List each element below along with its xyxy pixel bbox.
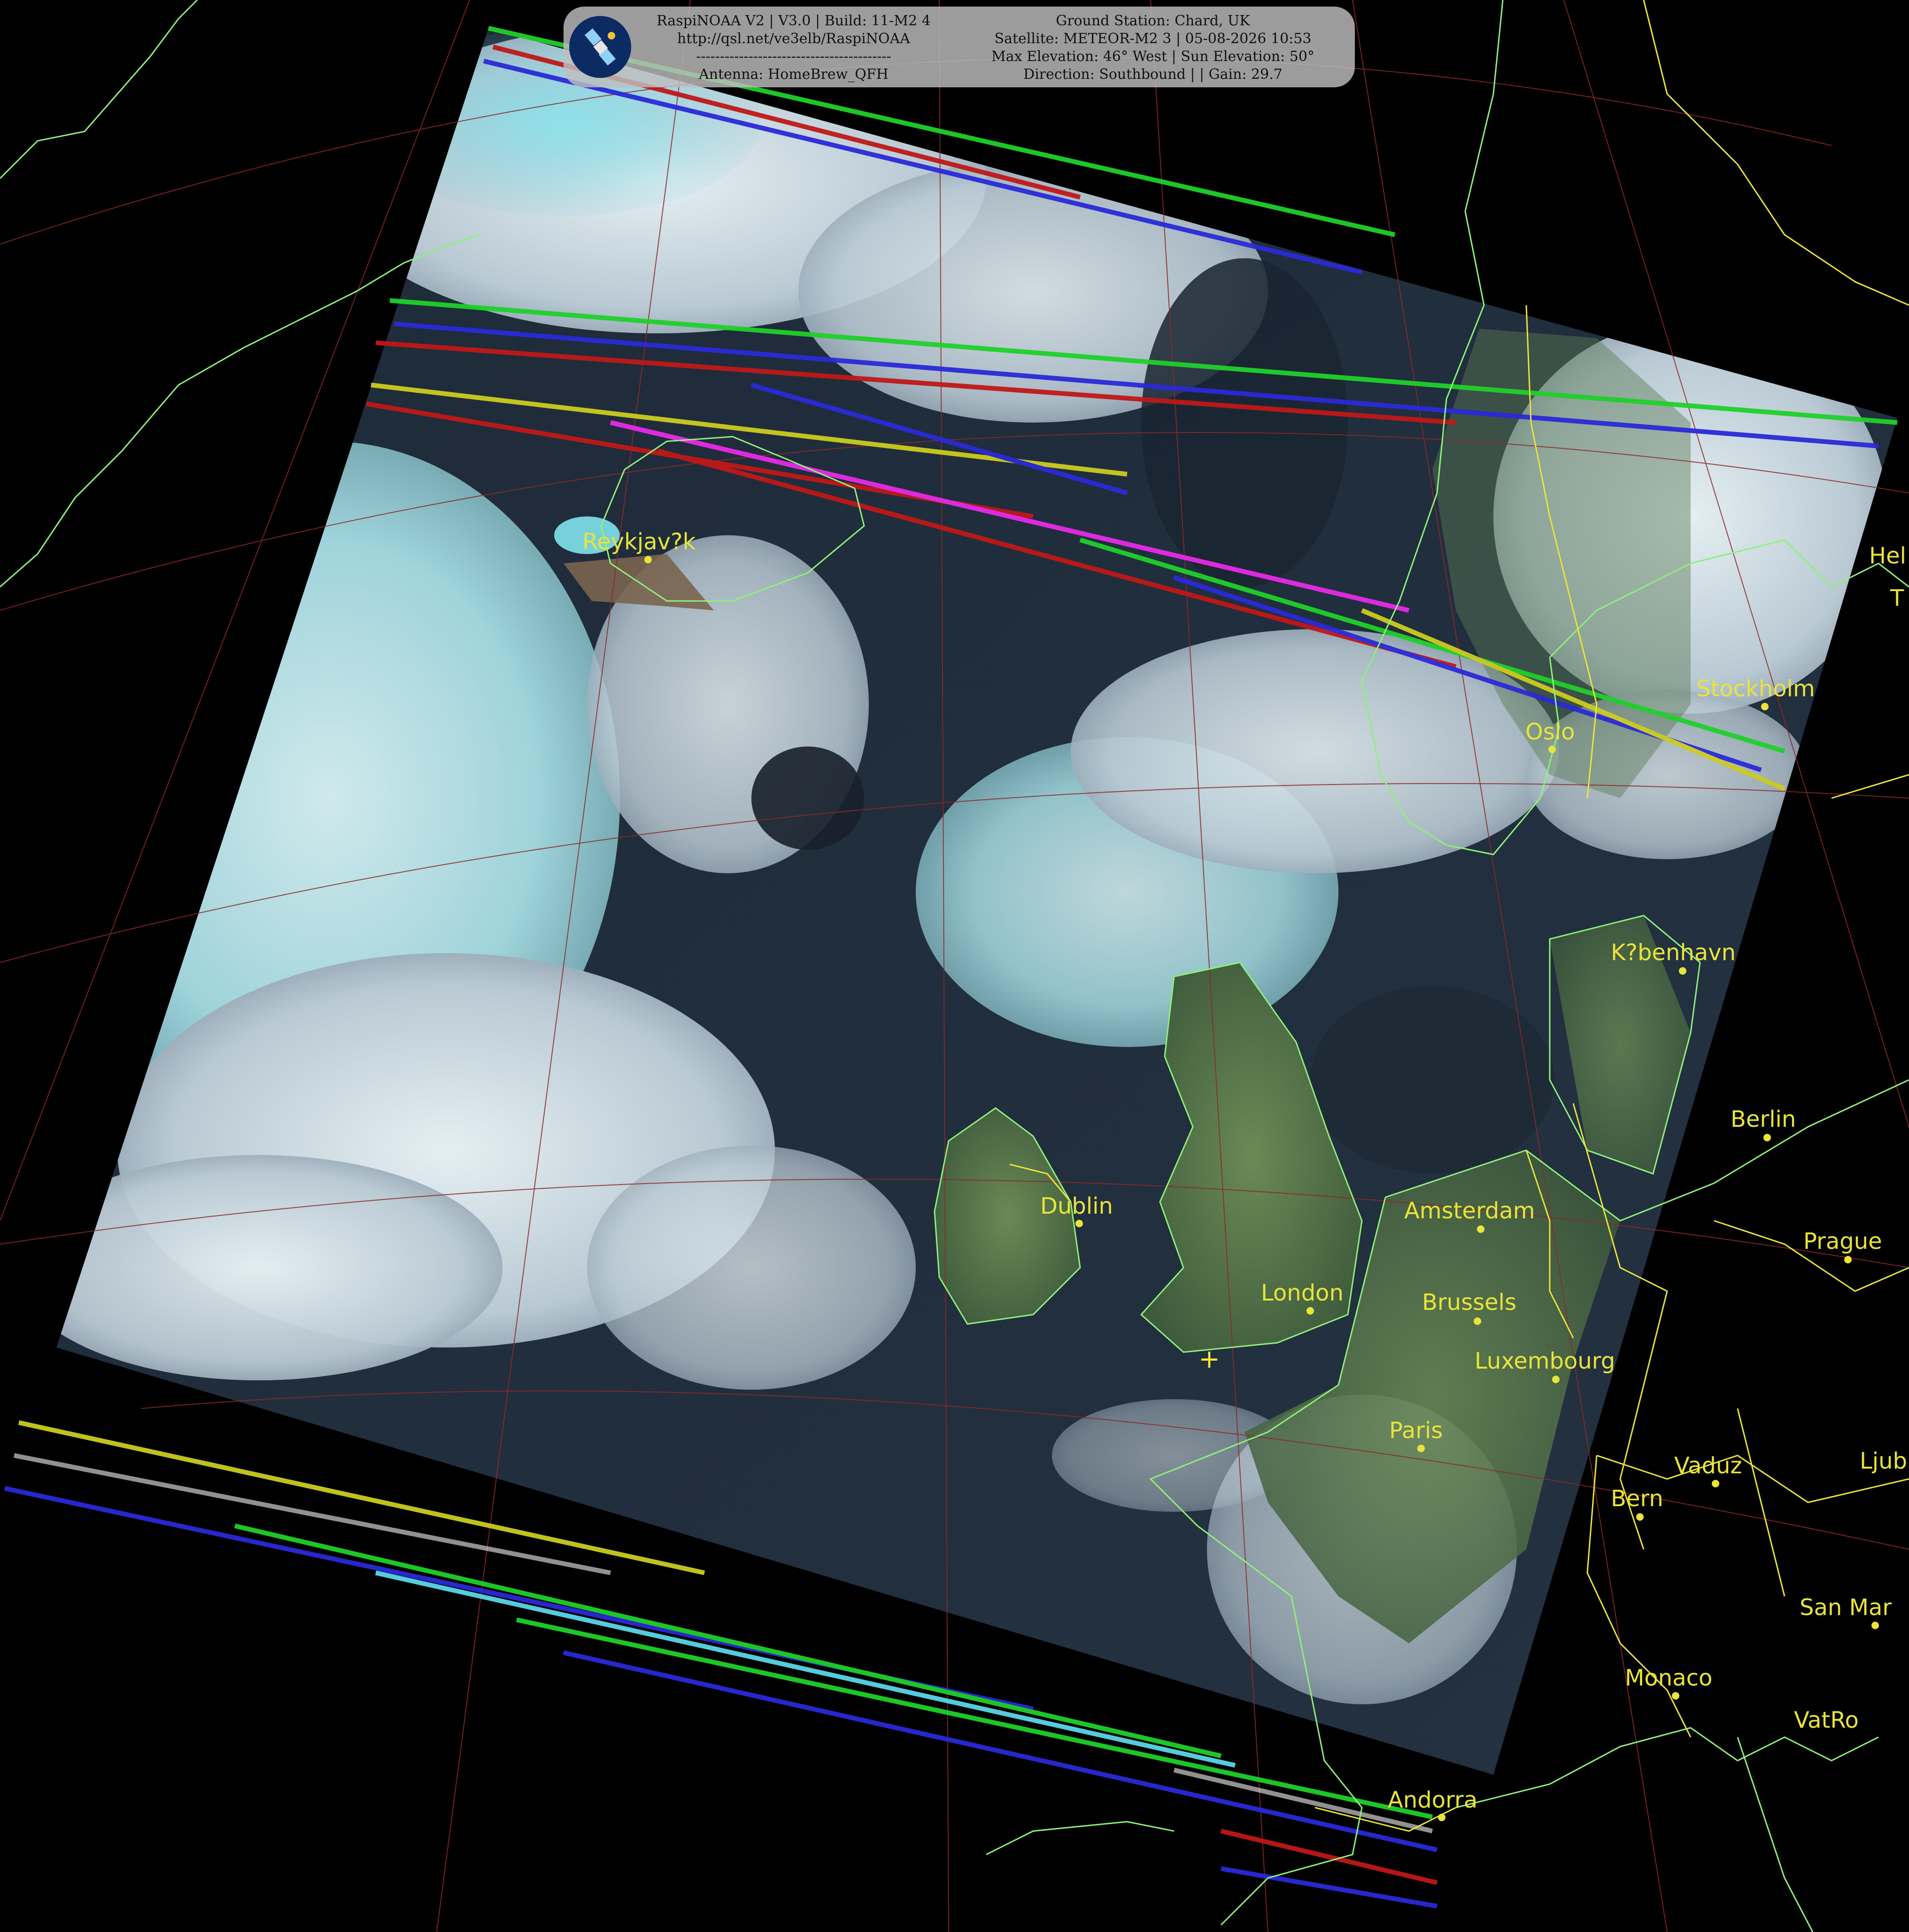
city-label-paris: Paris — [1389, 1417, 1443, 1444]
city-dot-oslo — [1548, 746, 1556, 753]
city-label-oslo: Oslo — [1525, 719, 1575, 745]
header-elevation: Max Elevation: 46° West | Sun Elevation:… — [991, 48, 1314, 65]
city-label-san-marino: San Mar — [1800, 1594, 1892, 1621]
city-dot-brussels — [1474, 1317, 1481, 1325]
satellite-icon — [569, 16, 631, 78]
header-direction: Direction: Southbound | | Gain: 29.7 — [1023, 66, 1283, 83]
city-dot-prague — [1844, 1256, 1852, 1263]
city-label-tallinn: T — [1890, 585, 1904, 611]
city-label-london: London — [1261, 1280, 1344, 1306]
city-dot-kobenhavn — [1679, 967, 1686, 975]
city-dot-san-marino — [1871, 1622, 1879, 1629]
satellite-map: + Reykjav?k Oslo Stockholm K?benhavn Dub… — [0, 0, 1909, 1932]
city-dot-monaco — [1672, 1692, 1679, 1700]
header-ground-station: Ground Station: Chard, UK — [1056, 13, 1250, 29]
header-divider: ----------------------------------------… — [696, 48, 891, 65]
header-right-column: Ground Station: Chard, UK Satellite: MET… — [967, 12, 1338, 84]
header-version: RaspiNOAA V2 | V3.0 | Build: 11-M2 4 — [657, 13, 931, 29]
city-dot-stockholm — [1761, 703, 1769, 710]
city-dot-dublin — [1075, 1220, 1083, 1227]
city-dot-reykjavik — [644, 556, 652, 563]
header-satellite: Satellite: METEOR-M2 3 | 05-08-2026 10:5… — [994, 31, 1312, 47]
city-label-kobenhavn: K?benhavn — [1611, 939, 1736, 966]
city-dot-berlin — [1763, 1134, 1771, 1141]
city-dot-bern — [1636, 1513, 1644, 1521]
city-dot-andorra — [1438, 1814, 1445, 1821]
city-dot-paris — [1417, 1445, 1425, 1452]
city-label-ljubljana: Ljub — [1860, 1448, 1907, 1474]
city-label-berlin: Berlin — [1731, 1106, 1796, 1132]
city-dot-luxembourg — [1552, 1376, 1560, 1383]
header-left-column: RaspiNOAA V2 | V3.0 | Build: 11-M2 4 htt… — [641, 12, 946, 84]
city-label-andorra: Andorra — [1388, 1787, 1477, 1813]
city-label-stockholm: Stockholm — [1696, 676, 1815, 702]
city-label-prague: Prague — [1803, 1228, 1882, 1255]
header-url: http://qsl.net/ve3elb/RaspiNOAA — [677, 31, 910, 47]
city-label-helsinki: Hel — [1869, 543, 1906, 569]
city-label-brussels: Brussels — [1422, 1289, 1516, 1316]
city-label-vatican-rome: VatRo — [1794, 1707, 1859, 1733]
info-header: RaspiNOAA V2 | V3.0 | Build: 11-M2 4 htt… — [564, 7, 1355, 87]
city-label-reykjavik: Reykjav?k — [582, 529, 696, 555]
city-label-monaco: Monaco — [1625, 1665, 1712, 1691]
city-dot-vaduz — [1712, 1480, 1719, 1487]
city-label-vaduz: Vaduz — [1674, 1453, 1742, 1479]
city-dot-london — [1306, 1307, 1314, 1315]
city-label-amsterdam: Amsterdam — [1404, 1198, 1535, 1224]
city-label-dublin: Dublin — [1040, 1193, 1113, 1219]
city-dot-amsterdam — [1477, 1225, 1484, 1233]
header-antenna: Antenna: HomeBrew_QFH — [699, 66, 889, 83]
city-label-bern: Bern — [1611, 1486, 1663, 1512]
ground-station-marker: + — [1198, 1344, 1220, 1374]
city-label-luxembourg: Luxembourg — [1475, 1348, 1615, 1374]
